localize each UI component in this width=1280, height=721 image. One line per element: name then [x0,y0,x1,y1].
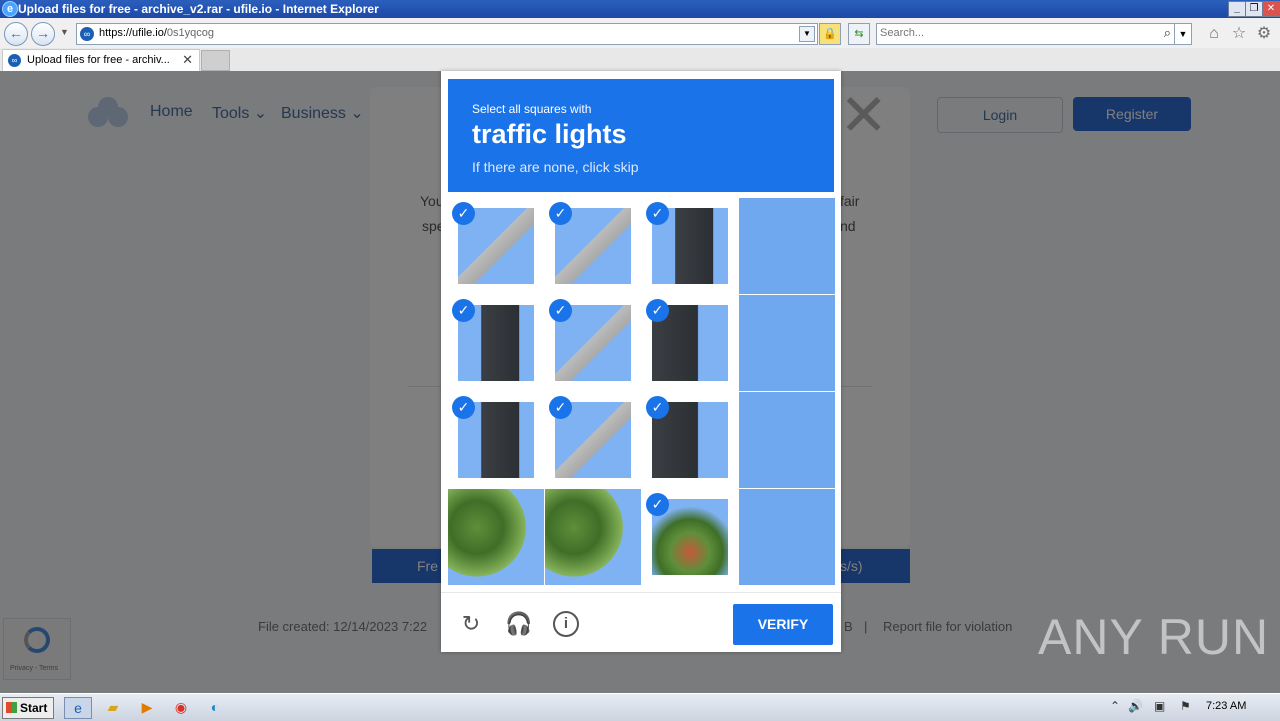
search-icon[interactable]: ⌕ [1164,25,1171,41]
home-icon[interactable]: ⌂ [1205,25,1223,43]
captcha-tile[interactable]: ✓ [545,198,641,294]
search-dropdown-icon[interactable]: ▼ [1174,24,1191,44]
captcha-challenge: Select all squares with traffic lights I… [441,71,841,652]
search-input[interactable] [880,26,1150,40]
tab-active[interactable]: ∞ Upload files for free - archiv... ✕ [2,49,200,72]
refresh-compat-icon[interactable]: ⇆ [848,23,870,45]
tab-bar: ∞ Upload files for free - archiv... ✕ [0,48,1280,72]
favorites-star-icon[interactable]: ☆ [1230,25,1248,43]
forward-icon[interactable]: → [31,22,55,46]
network-icon[interactable]: ▣ [1154,699,1165,713]
back-icon[interactable]: ← [4,22,28,46]
captcha-tile[interactable]: ✓ [642,198,738,294]
taskbar-explorer-icon[interactable]: ▰ [100,697,126,717]
address-bar[interactable]: ∞ https://ufile.io/0s1yqcog ▼ [76,23,818,45]
start-button[interactable]: Start [2,697,54,719]
captcha-tile[interactable]: ✓ [642,489,738,585]
captcha-tile[interactable] [739,295,835,391]
new-tab-button[interactable] [201,50,230,71]
captcha-target: traffic lights [472,119,627,149]
browser-navbar: ← → ▼ ∞ https://ufile.io/0s1yqcog ▼ 🔒 ⇆ … [0,18,1280,49]
checkmark-icon: ✓ [646,202,669,225]
address-dropdown-icon[interactable]: ▼ [799,26,815,42]
captcha-tile-image [448,489,544,585]
verify-button[interactable]: VERIFY [733,604,833,645]
info-icon[interactable]: i [553,611,579,637]
checkmark-icon: ✓ [452,202,475,225]
anyrun-watermark: ANY RUN [1038,609,1270,665]
taskbar-ie-icon[interactable]: e [64,697,92,719]
captcha-tile[interactable] [545,489,641,585]
checkmark-icon: ✓ [452,396,475,419]
taskbar-media-player-icon[interactable]: ▶ [134,697,160,717]
captcha-hint: If there are none, click skip [472,159,639,175]
url-text[interactable]: https://ufile.io/0s1yqcog [99,27,214,39]
window-titlebar: e Upload files for free - archive_v2.rar… [0,0,1280,18]
ie-logo-icon: e [2,1,18,17]
checkmark-icon: ✓ [452,299,475,322]
captcha-tile[interactable]: ✓ [448,392,544,488]
search-box[interactable]: ⌕ ▼ [876,23,1192,45]
captcha-instruction: Select all squares with [472,102,592,116]
settings-gear-icon[interactable]: ⚙ [1255,25,1273,43]
audio-headphones-icon[interactable]: 🎧 [505,611,532,637]
checkmark-icon: ✓ [549,299,572,322]
minimize-button[interactable]: _ [1228,1,1246,17]
tab-close-icon[interactable]: ✕ [182,52,193,68]
captcha-tile[interactable]: ✓ [642,392,738,488]
captcha-tile[interactable]: ✓ [642,295,738,391]
captcha-tile-image [739,295,835,391]
captcha-tile-image [545,489,641,585]
checkmark-icon: ✓ [549,202,572,225]
captcha-tile-image [739,392,835,488]
action-center-flag-icon[interactable]: ⚑ [1180,699,1191,713]
captcha-tile[interactable]: ✓ [545,295,641,391]
tab-title: Upload files for free - archiv... [27,54,170,66]
captcha-footer: ↻ 🎧 i VERIFY [441,592,841,653]
taskbar-edge-icon[interactable]: ◐ [202,697,228,717]
captcha-tile-image [739,489,835,585]
volume-icon[interactable]: 🔊 [1128,699,1143,713]
checkmark-icon: ✓ [549,396,572,419]
captcha-tile[interactable]: ✓ [545,392,641,488]
checkmark-icon: ✓ [646,493,669,516]
system-clock: 7:23 AM [1206,700,1247,712]
captcha-header: Select all squares with traffic lights I… [448,79,834,192]
tray-expand-icon[interactable]: ⌃ [1110,699,1120,713]
captcha-tile-image [739,198,835,294]
restore-button[interactable]: ❐ [1245,1,1263,17]
captcha-tile[interactable]: ✓ [448,198,544,294]
history-dropdown-icon[interactable]: ▼ [60,27,69,37]
site-favicon-icon: ∞ [80,27,94,41]
taskbar-chrome-icon[interactable]: ◉ [168,697,194,717]
window-title: Upload files for free - archive_v2.rar -… [18,2,379,16]
close-window-button[interactable]: ✕ [1262,1,1280,17]
captcha-grid: ✓ ✓ ✓ ✓ ✓ ✓ ✓ ✓ ✓ ✓ [448,198,835,585]
captcha-tile[interactable] [739,198,835,294]
captcha-tile[interactable] [739,489,835,585]
captcha-tile[interactable] [448,489,544,585]
checkmark-icon: ✓ [646,396,669,419]
lock-icon[interactable]: 🔒 [819,23,841,45]
windows-taskbar: Start e ▰ ▶ ◉ ◐ ⌃ 🔊 ▣ ⚑ 7:23 AM [0,693,1280,721]
checkmark-icon: ✓ [646,299,669,322]
captcha-tile[interactable] [739,392,835,488]
tab-favicon-icon: ∞ [8,54,21,67]
captcha-tile[interactable]: ✓ [448,295,544,391]
windows-flag-icon [6,702,17,713]
reload-icon[interactable]: ↻ [458,611,484,637]
